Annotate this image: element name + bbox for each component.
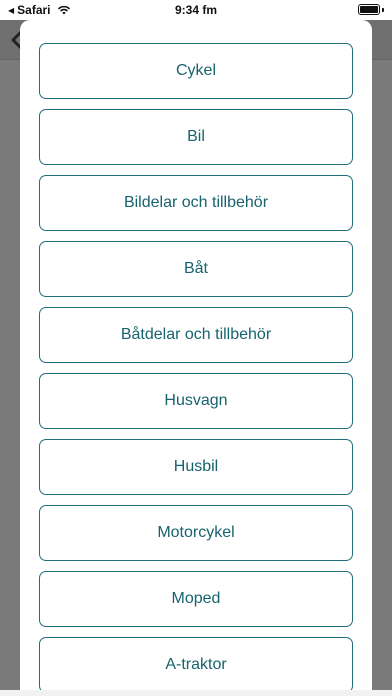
category-sheet: Cykel Bil Bildelar och tillbehör Båt Båt… <box>20 20 372 696</box>
option-husbil[interactable]: Husbil <box>39 439 353 495</box>
status-back-to-app[interactable]: ◀ Safari <box>8 3 71 17</box>
option-batdelar[interactable]: Båtdelar och tillbehör <box>39 307 353 363</box>
wifi-icon <box>57 5 70 15</box>
option-bat[interactable]: Båt <box>39 241 353 297</box>
option-cykel[interactable]: Cykel <box>39 43 353 99</box>
option-husvagn[interactable]: Husvagn <box>39 373 353 429</box>
status-bar: ◀ Safari 9:34 fm <box>0 0 392 20</box>
battery-icon <box>358 4 384 15</box>
back-app-label: Safari <box>17 3 51 17</box>
option-moped[interactable]: Moped <box>39 571 353 627</box>
bottom-bar <box>0 690 392 696</box>
option-motorcykel[interactable]: Motorcykel <box>39 505 353 561</box>
back-triangle-icon: ◀ <box>8 5 15 15</box>
option-bildelar[interactable]: Bildelar och tillbehör <box>39 175 353 231</box>
option-bil[interactable]: Bil <box>39 109 353 165</box>
option-a-traktor[interactable]: A-traktor <box>39 637 353 693</box>
